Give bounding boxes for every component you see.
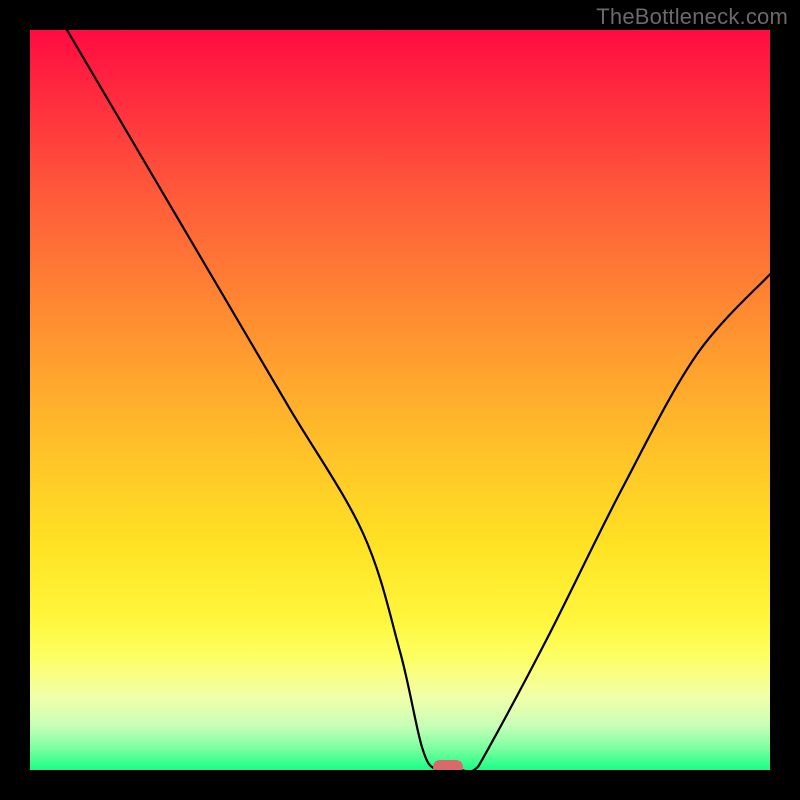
bottleneck-curve — [30, 30, 770, 770]
chart-frame: TheBottleneck.com — [0, 0, 800, 800]
plot-area — [30, 30, 770, 770]
watermark-label: TheBottleneck.com — [596, 4, 788, 30]
optimal-point-marker — [433, 760, 463, 770]
